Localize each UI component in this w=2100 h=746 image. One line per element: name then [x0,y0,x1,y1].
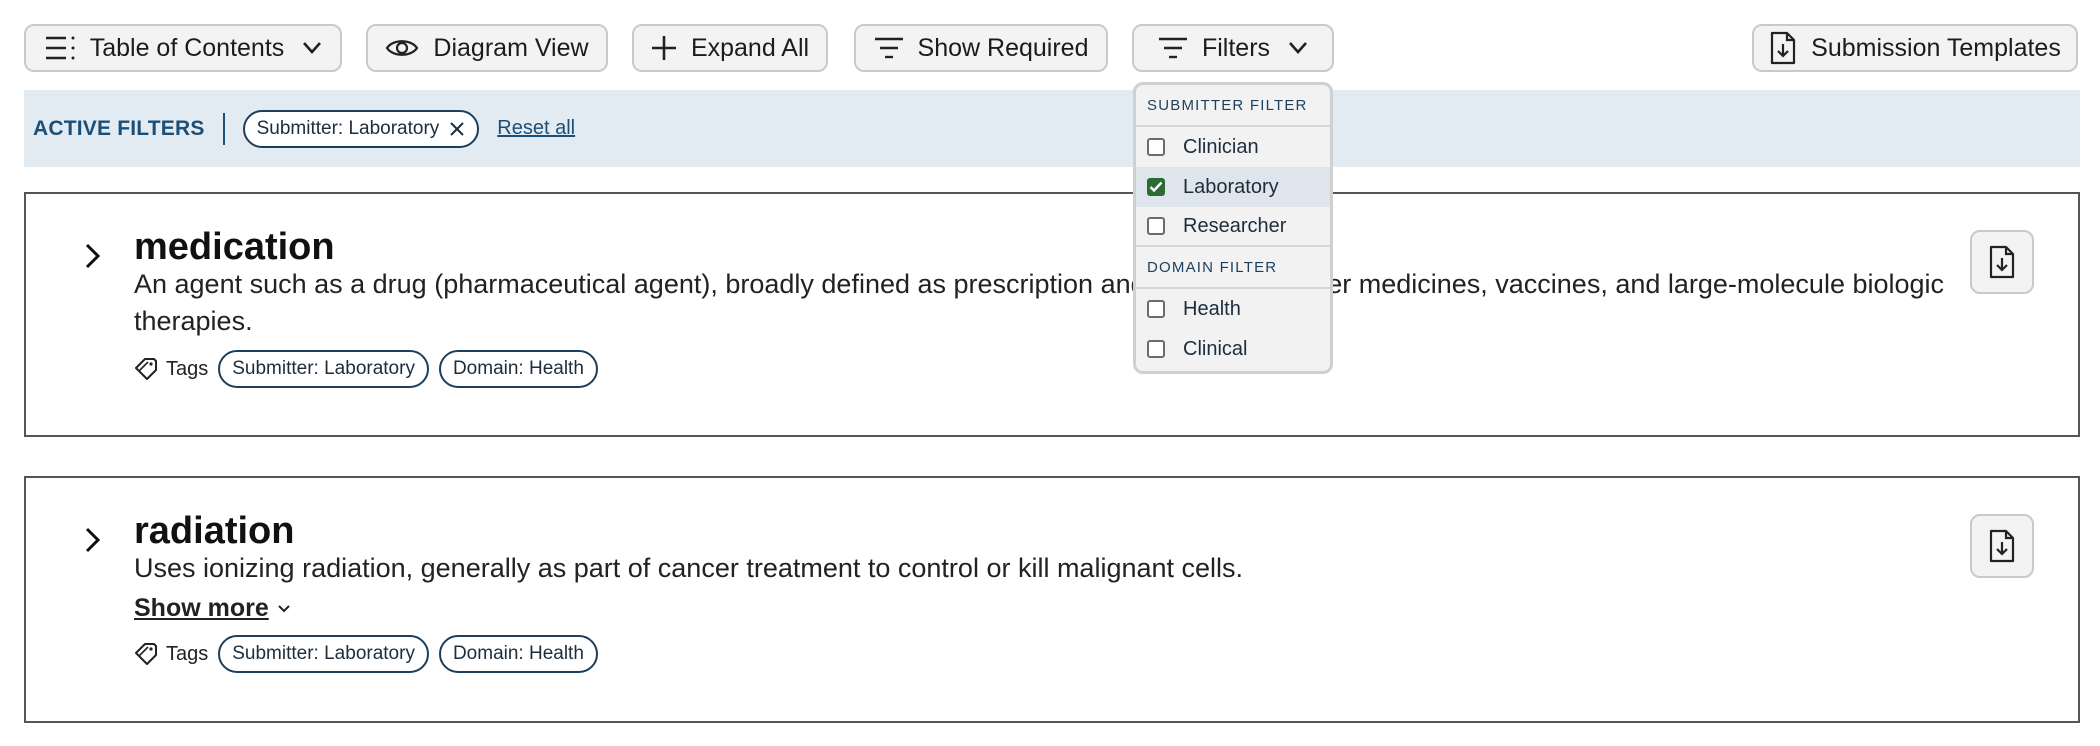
node-card-radiation: radiation Uses ionizing radiation, gener… [24,476,2080,723]
filter-option-health[interactable]: Health [1136,289,1330,329]
toolbar: Table of Contents Diagram View Expand Al… [24,24,2078,72]
plus-icon [651,36,676,60]
show-more-label: Show more [134,594,269,622]
diagram-view-label: Diagram View [433,33,589,62]
filters-label: Filters [1201,33,1271,62]
tag-chip[interactable]: Domain: Health [438,635,598,673]
show-required-label: Show Required [917,33,1089,62]
close-icon[interactable] [449,121,465,137]
table-of-contents-label: Table of Contents [89,33,285,62]
active-filters-title: ACTIVE FILTERS [33,116,205,140]
checkbox[interactable] [1147,217,1165,235]
expand-all-label: Expand All [690,33,810,62]
show-required-button[interactable]: Show Required [854,24,1108,72]
tag-icon [135,358,157,380]
file-download-icon [1989,529,2015,563]
tags-row: Tags Submitter: Laboratory Domain: Healt… [134,635,608,673]
tags-label: Tags [166,642,209,665]
filters-button[interactable]: Filters [1132,24,1334,72]
expand-all-button[interactable]: Expand All [632,24,828,72]
checkbox[interactable] [1147,340,1165,358]
domain-filter-heading: DOMAIN FILTER [1136,247,1330,289]
filters-dropdown: SUBMITTER FILTER Clinician Laboratory Re… [1133,82,1333,374]
divider [222,112,225,145]
eye-icon [386,40,419,56]
reset-all-link[interactable]: Reset all [497,117,575,140]
data-dictionary-page: Table of Contents Diagram View Expand Al… [0,0,2100,746]
tag-icon [135,643,157,665]
filter-option-laboratory[interactable]: Laboratory [1136,167,1330,207]
node-card-medication: medication An agent such as a drug (phar… [24,192,2080,437]
filter-option-label: Researcher [1183,214,1287,237]
filter-option-label: Laboratory [1183,175,1279,198]
submitter-filter-heading: SUBMITTER FILTER [1136,85,1330,127]
chevron-down-icon [303,42,322,54]
show-more-link[interactable]: Show more [134,594,291,623]
download-template-button[interactable] [1970,514,2034,578]
checkbox[interactable] [1147,300,1165,318]
tag-chip[interactable]: Submitter: Laboratory [218,635,429,673]
tag-chip[interactable]: Submitter: Laboratory [218,350,429,388]
download-template-button[interactable] [1970,230,2034,294]
checkbox-checked[interactable] [1147,178,1165,196]
filter-option-label: Health [1183,297,1241,320]
file-download-icon [1771,31,1796,65]
tags-label: Tags [166,357,209,380]
filter-option-label: Clinical [1183,337,1248,360]
filter-lines-icon [874,37,903,59]
node-description: An agent such as a drug (pharmaceutical … [134,269,1945,336]
file-download-icon [1989,245,2015,279]
filter-option-label: Clinician [1183,135,1259,158]
active-filter-chip[interactable]: Submitter: Laboratory [242,109,480,148]
active-filters-bar: ACTIVE FILTERS Submitter: Laboratory Res… [24,90,2080,167]
node-title: radiation [134,510,295,552]
tags-row: Tags Submitter: Laboratory Domain: Healt… [134,350,608,388]
filter-lines-icon [1158,37,1187,59]
filter-option-clinician[interactable]: Clinician [1136,127,1330,167]
submission-templates-button[interactable]: Submission Templates [1752,24,2078,72]
chevron-down-icon [278,604,290,612]
list-icon [45,36,75,60]
check-icon [1149,181,1163,193]
tag-chip[interactable]: Domain: Health [438,350,598,388]
chevron-down-icon [1289,42,1308,54]
chevron-right-icon[interactable] [76,524,108,556]
active-filter-chip-label: Submitter: Laboratory [256,117,440,139]
chevron-right-icon[interactable] [76,240,108,272]
filter-option-researcher[interactable]: Researcher [1136,207,1330,247]
filter-option-clinical[interactable]: Clinical [1136,329,1330,369]
node-description: Uses ionizing radiation, generally as pa… [134,553,1244,583]
node-title: medication [134,226,335,268]
checkbox[interactable] [1147,138,1165,156]
table-of-contents-button[interactable]: Table of Contents [24,24,342,72]
diagram-view-button[interactable]: Diagram View [366,24,608,72]
submission-templates-label: Submission Templates [1811,33,2061,62]
